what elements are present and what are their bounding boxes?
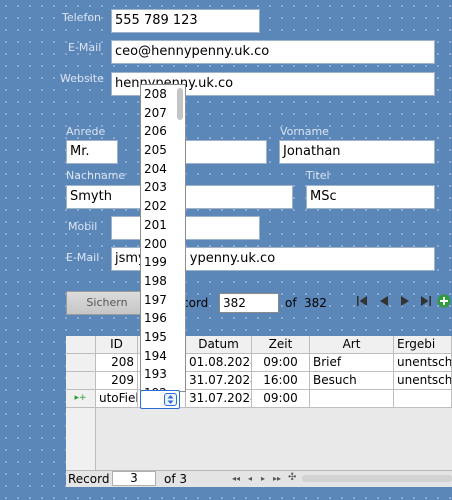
last-record-icon[interactable] [419, 295, 433, 310]
dropdown-scrollbar-thumb[interactable] [177, 88, 183, 120]
table-cell-id[interactable]: 208 [96, 354, 138, 372]
id-combobox[interactable] [140, 390, 180, 409]
column-header-ergebnis[interactable]: Ergebi [394, 336, 452, 354]
record-total: 382 [304, 296, 327, 310]
status-record-input[interactable]: 3 [112, 471, 156, 486]
dropdown-option[interactable]: 201 [141, 216, 185, 235]
dropdown-option[interactable]: 196 [141, 309, 185, 328]
dropdown-option[interactable]: 198 [141, 272, 185, 291]
titel-field[interactable]: MSc [306, 185, 435, 209]
column-header-art[interactable]: Art [310, 336, 394, 354]
status-record-label: Record [68, 472, 110, 486]
email-label: E-Mail [68, 41, 102, 54]
titel-label: Titel [306, 169, 330, 182]
row-selector[interactable] [66, 354, 96, 372]
table-cell-datum[interactable]: 31.07.2024 [186, 390, 252, 408]
id-dropdown-list[interactable]: 208 207 206 205 204 203 202 201 200 199 198 197 196 1… [140, 84, 186, 392]
table-cell-zeit[interactable]: 09:00 [252, 354, 310, 372]
website-label: Website [60, 72, 104, 85]
horizontal-scrollbar[interactable] [302, 475, 452, 482]
table-cell-ergebnis[interactable] [394, 390, 452, 408]
vorname-field[interactable]: Jonathan [279, 140, 435, 164]
table-cell-zeit[interactable]: 09:00 [252, 390, 310, 408]
dropdown-option[interactable]: 205 [141, 141, 185, 160]
row-selector-column [66, 408, 96, 470]
anrede-field[interactable]: Mr. [66, 140, 118, 164]
table-cell-datum[interactable]: 01.08.2024 [186, 354, 252, 372]
first-record-icon[interactable] [355, 295, 369, 310]
table-cell-art[interactable]: Besuch [310, 372, 394, 390]
dropdown-option[interactable]: 200 [141, 235, 185, 254]
dropdown-option[interactable]: 202 [141, 197, 185, 216]
table-cell-datum[interactable]: 31.07.2024 [186, 372, 252, 390]
status-last-icon[interactable]: ▸▸ [273, 474, 281, 483]
status-of-text: of 3 [164, 472, 188, 486]
status-prev-icon[interactable]: ◂ [248, 474, 252, 483]
record-number-input[interactable]: 382 [219, 293, 279, 313]
row-selector[interactable] [66, 372, 96, 390]
sichern-button[interactable]: Sichern [66, 291, 148, 315]
dropdown-option[interactable]: 195 [141, 328, 185, 347]
anrede-label: Anrede [66, 125, 106, 138]
previous-record-icon[interactable] [377, 295, 391, 310]
dropdown-option[interactable]: 194 [141, 347, 185, 366]
column-header-id[interactable]: ID [96, 336, 138, 354]
table-cell-art[interactable]: Brief [310, 354, 394, 372]
new-row-marker[interactable]: ▸+ [66, 390, 96, 408]
email2-label: E-Mail [66, 251, 100, 264]
column-header-datum[interactable]: Datum [186, 336, 252, 354]
status-new-icon[interactable]: ✣ [288, 472, 296, 483]
table-cell-ergebnis[interactable]: unentschi [394, 354, 452, 372]
nachname-label: Nachname [66, 169, 126, 182]
telefon-label: Telefon [62, 11, 102, 24]
row-selector-header [66, 336, 96, 354]
column-header-zeit[interactable]: Zeit [252, 336, 310, 354]
spin-arrows-icon[interactable] [164, 393, 177, 406]
table-cell-ergebnis[interactable]: unentschi [394, 372, 452, 390]
next-record-icon[interactable] [398, 295, 412, 310]
status-first-icon[interactable]: ◂◂ [232, 474, 240, 483]
of-label: of [285, 296, 297, 310]
data-grid: ID Datum Zeit Art Ergebi 208 01.08.2024 … [66, 336, 452, 470]
email-field[interactable]: ceo@hennypenny.uk.co [111, 40, 435, 64]
dropdown-option[interactable]: 204 [141, 160, 185, 179]
table-cell-id[interactable]: utoFiel [96, 390, 138, 408]
dropdown-option[interactable]: 203 [141, 178, 185, 197]
vorname-label: Vorname [280, 125, 329, 138]
dropdown-option[interactable]: 197 [141, 291, 185, 310]
mobil-label: Mobil [68, 220, 98, 233]
dropdown-option[interactable]: 193 [141, 365, 185, 384]
telefon-field[interactable]: 555 789 123 [111, 9, 260, 33]
grid-status-bar: Record 3 of 3 ◂◂ ◂ ▸ ▸▸ ✣ [66, 470, 452, 487]
table-cell-id[interactable]: 209 [96, 372, 138, 390]
email2-value-tail: ypenny.uk.co [189, 251, 276, 266]
status-next-icon[interactable]: ▸ [261, 474, 265, 483]
dropdown-option[interactable]: 199 [141, 253, 185, 272]
table-cell-art[interactable] [310, 390, 394, 408]
new-record-icon[interactable] [437, 294, 451, 311]
table-cell-zeit[interactable]: 16:00 [252, 372, 310, 390]
dropdown-option[interactable]: 206 [141, 122, 185, 141]
